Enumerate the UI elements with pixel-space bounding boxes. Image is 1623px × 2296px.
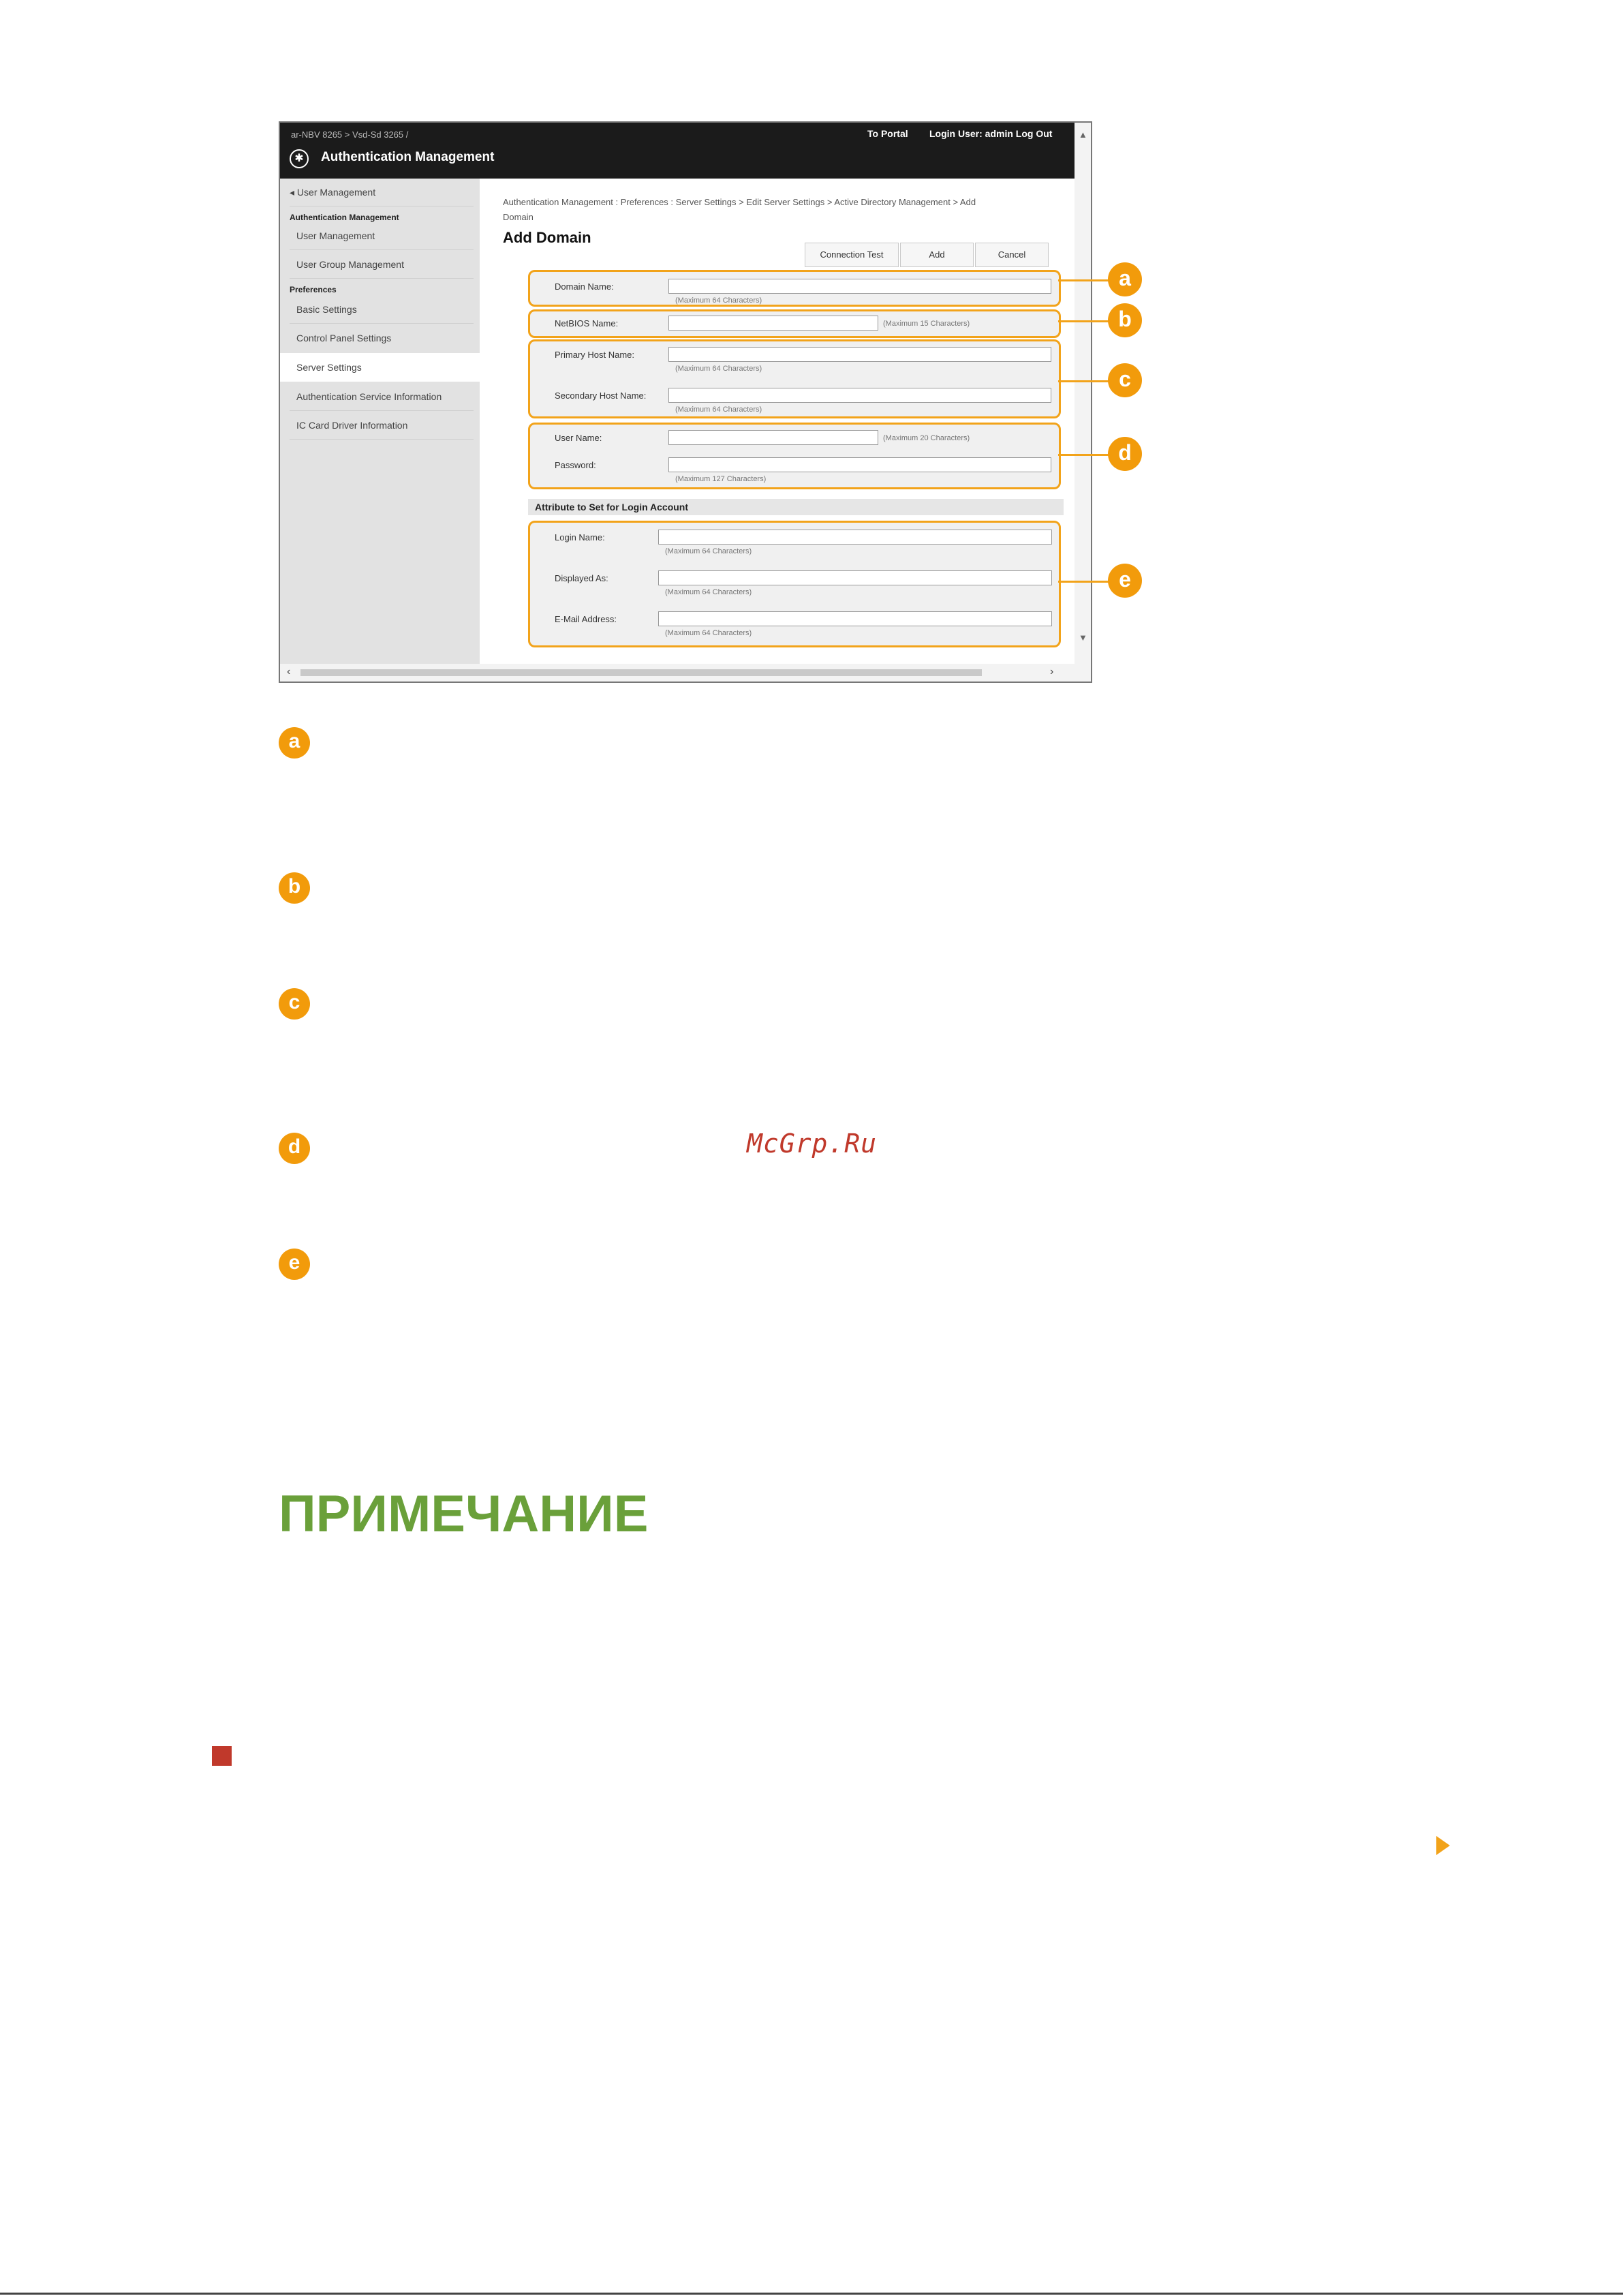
login-name-label: Login Name: (555, 532, 605, 542)
scroll-up-icon[interactable]: ▲ (1079, 129, 1087, 140)
watermark: McGrp.Ru (747, 1129, 878, 1159)
group-login-attributes: Login Name: (Maximum 64 Characters) Disp… (528, 521, 1061, 647)
sidebar-item-auth-service-info[interactable]: Authentication Service Information (296, 391, 442, 402)
email-note: (Maximum 64 Characters) (665, 629, 752, 637)
primary-host-input[interactable] (668, 347, 1051, 362)
marker-e: e (279, 1249, 310, 1280)
login-name-note: (Maximum 64 Characters) (665, 547, 752, 555)
displayed-as-label: Displayed As: (555, 573, 608, 583)
group-host-names: Primary Host Name: (Maximum 64 Character… (528, 339, 1061, 418)
sidebar-section-auth: Authentication Management (290, 213, 399, 222)
displayed-as-note: (Maximum 64 Characters) (665, 588, 752, 596)
marker-b: b (279, 872, 310, 904)
domain-name-label: Domain Name: (555, 281, 614, 292)
password-note: (Maximum 127 Characters) (675, 475, 767, 483)
cancel-button[interactable]: Cancel (975, 243, 1049, 267)
user-name-input[interactable] (668, 430, 878, 445)
primary-host-label: Primary Host Name: (555, 350, 635, 360)
login-user-logout[interactable]: Login User: admin Log Out (929, 128, 1052, 139)
netbios-name-input[interactable] (668, 316, 878, 331)
user-name-note: (Maximum 20 Characters) (883, 434, 970, 442)
password-input[interactable] (668, 457, 1051, 472)
sidebar-back-user-management[interactable]: ◂ User Management (290, 187, 375, 198)
footer-rule (0, 2293, 1623, 2295)
app-logo-icon: ✱ (290, 149, 309, 168)
email-input[interactable] (658, 611, 1052, 626)
divider (290, 323, 474, 324)
divider (290, 410, 474, 411)
login-name-input[interactable] (658, 530, 1052, 545)
sidebar-item-user-management[interactable]: User Management (296, 230, 375, 241)
app-title: Authentication Management (321, 150, 495, 164)
domain-name-input[interactable] (668, 279, 1051, 294)
divider (290, 249, 474, 250)
to-portal-link[interactable]: To Portal (867, 128, 908, 139)
group-credentials: User Name: (Maximum 20 Characters) Passw… (528, 423, 1061, 489)
secondary-host-input[interactable] (668, 388, 1051, 403)
note-heading: ПРИМЕЧАНИЕ (279, 1485, 649, 1543)
callout-d: d (1108, 437, 1142, 471)
page-title: Add Domain (503, 229, 591, 246)
marker-a: a (279, 727, 310, 759)
marker-c: c (279, 988, 310, 1020)
screenshot-frame: ar-NBV 8265 > Vsd-Sd 3265 / To Portal Lo… (279, 121, 1092, 683)
device-crumb: ar-NBV 8265 > Vsd-Sd 3265 / (291, 129, 409, 140)
marker-d: d (279, 1133, 310, 1164)
callout-a: a (1108, 262, 1142, 296)
section-bullet-icon (212, 1746, 232, 1766)
callout-b: b (1108, 303, 1142, 337)
password-label: Password: (555, 460, 596, 470)
sidebar-item-server-settings[interactable]: Server Settings (296, 362, 362, 373)
netbios-name-note: (Maximum 15 Characters) (883, 320, 970, 328)
secondary-host-note: (Maximum 64 Characters) (675, 405, 762, 414)
sidebar-item-ic-card-driver-info[interactable]: IC Card Driver Information (296, 420, 407, 431)
displayed-as-input[interactable] (658, 570, 1052, 585)
group-domain-name: Domain Name: (Maximum 64 Characters) (528, 270, 1061, 307)
primary-host-note: (Maximum 64 Characters) (675, 365, 762, 373)
sidebar: ◂ User Management Authentication Managem… (280, 179, 480, 664)
group-netbios-name: NetBIOS Name: (Maximum 15 Characters) (528, 309, 1061, 338)
email-label: E-Mail Address: (555, 614, 617, 624)
scroll-left-icon[interactable]: ‹ (287, 666, 290, 678)
breadcrumb: Authentication Management : Preferences … (503, 197, 976, 222)
scroll-down-icon[interactable]: ▼ (1079, 632, 1087, 643)
netbios-name-label: NetBIOS Name: (555, 318, 619, 328)
sidebar-section-preferences: Preferences (290, 285, 337, 294)
sidebar-item-control-panel-settings[interactable]: Control Panel Settings (296, 333, 391, 343)
sidebar-item-basic-settings[interactable]: Basic Settings (296, 304, 357, 315)
next-page-arrow-icon[interactable] (1436, 1836, 1450, 1855)
user-name-label: User Name: (555, 433, 602, 443)
add-button[interactable]: Add (900, 243, 974, 267)
divider (290, 278, 474, 279)
top-bar: ar-NBV 8265 > Vsd-Sd 3265 / To Portal Lo… (280, 123, 1075, 179)
scroll-right-icon[interactable]: › (1050, 666, 1053, 678)
section-login-attributes: Attribute to Set for Login Account (528, 499, 1064, 515)
connection-test-button[interactable]: Connection Test (805, 243, 899, 267)
callout-c: c (1108, 363, 1142, 397)
scroll-thumb[interactable] (300, 669, 982, 676)
horizontal-scrollbar[interactable]: ‹ › (280, 664, 1091, 682)
callout-e: e (1108, 564, 1142, 598)
divider (290, 439, 474, 440)
domain-name-note: (Maximum 64 Characters) (675, 296, 762, 305)
sidebar-item-user-group-management[interactable]: User Group Management (296, 259, 404, 270)
secondary-host-label: Secondary Host Name: (555, 391, 647, 401)
